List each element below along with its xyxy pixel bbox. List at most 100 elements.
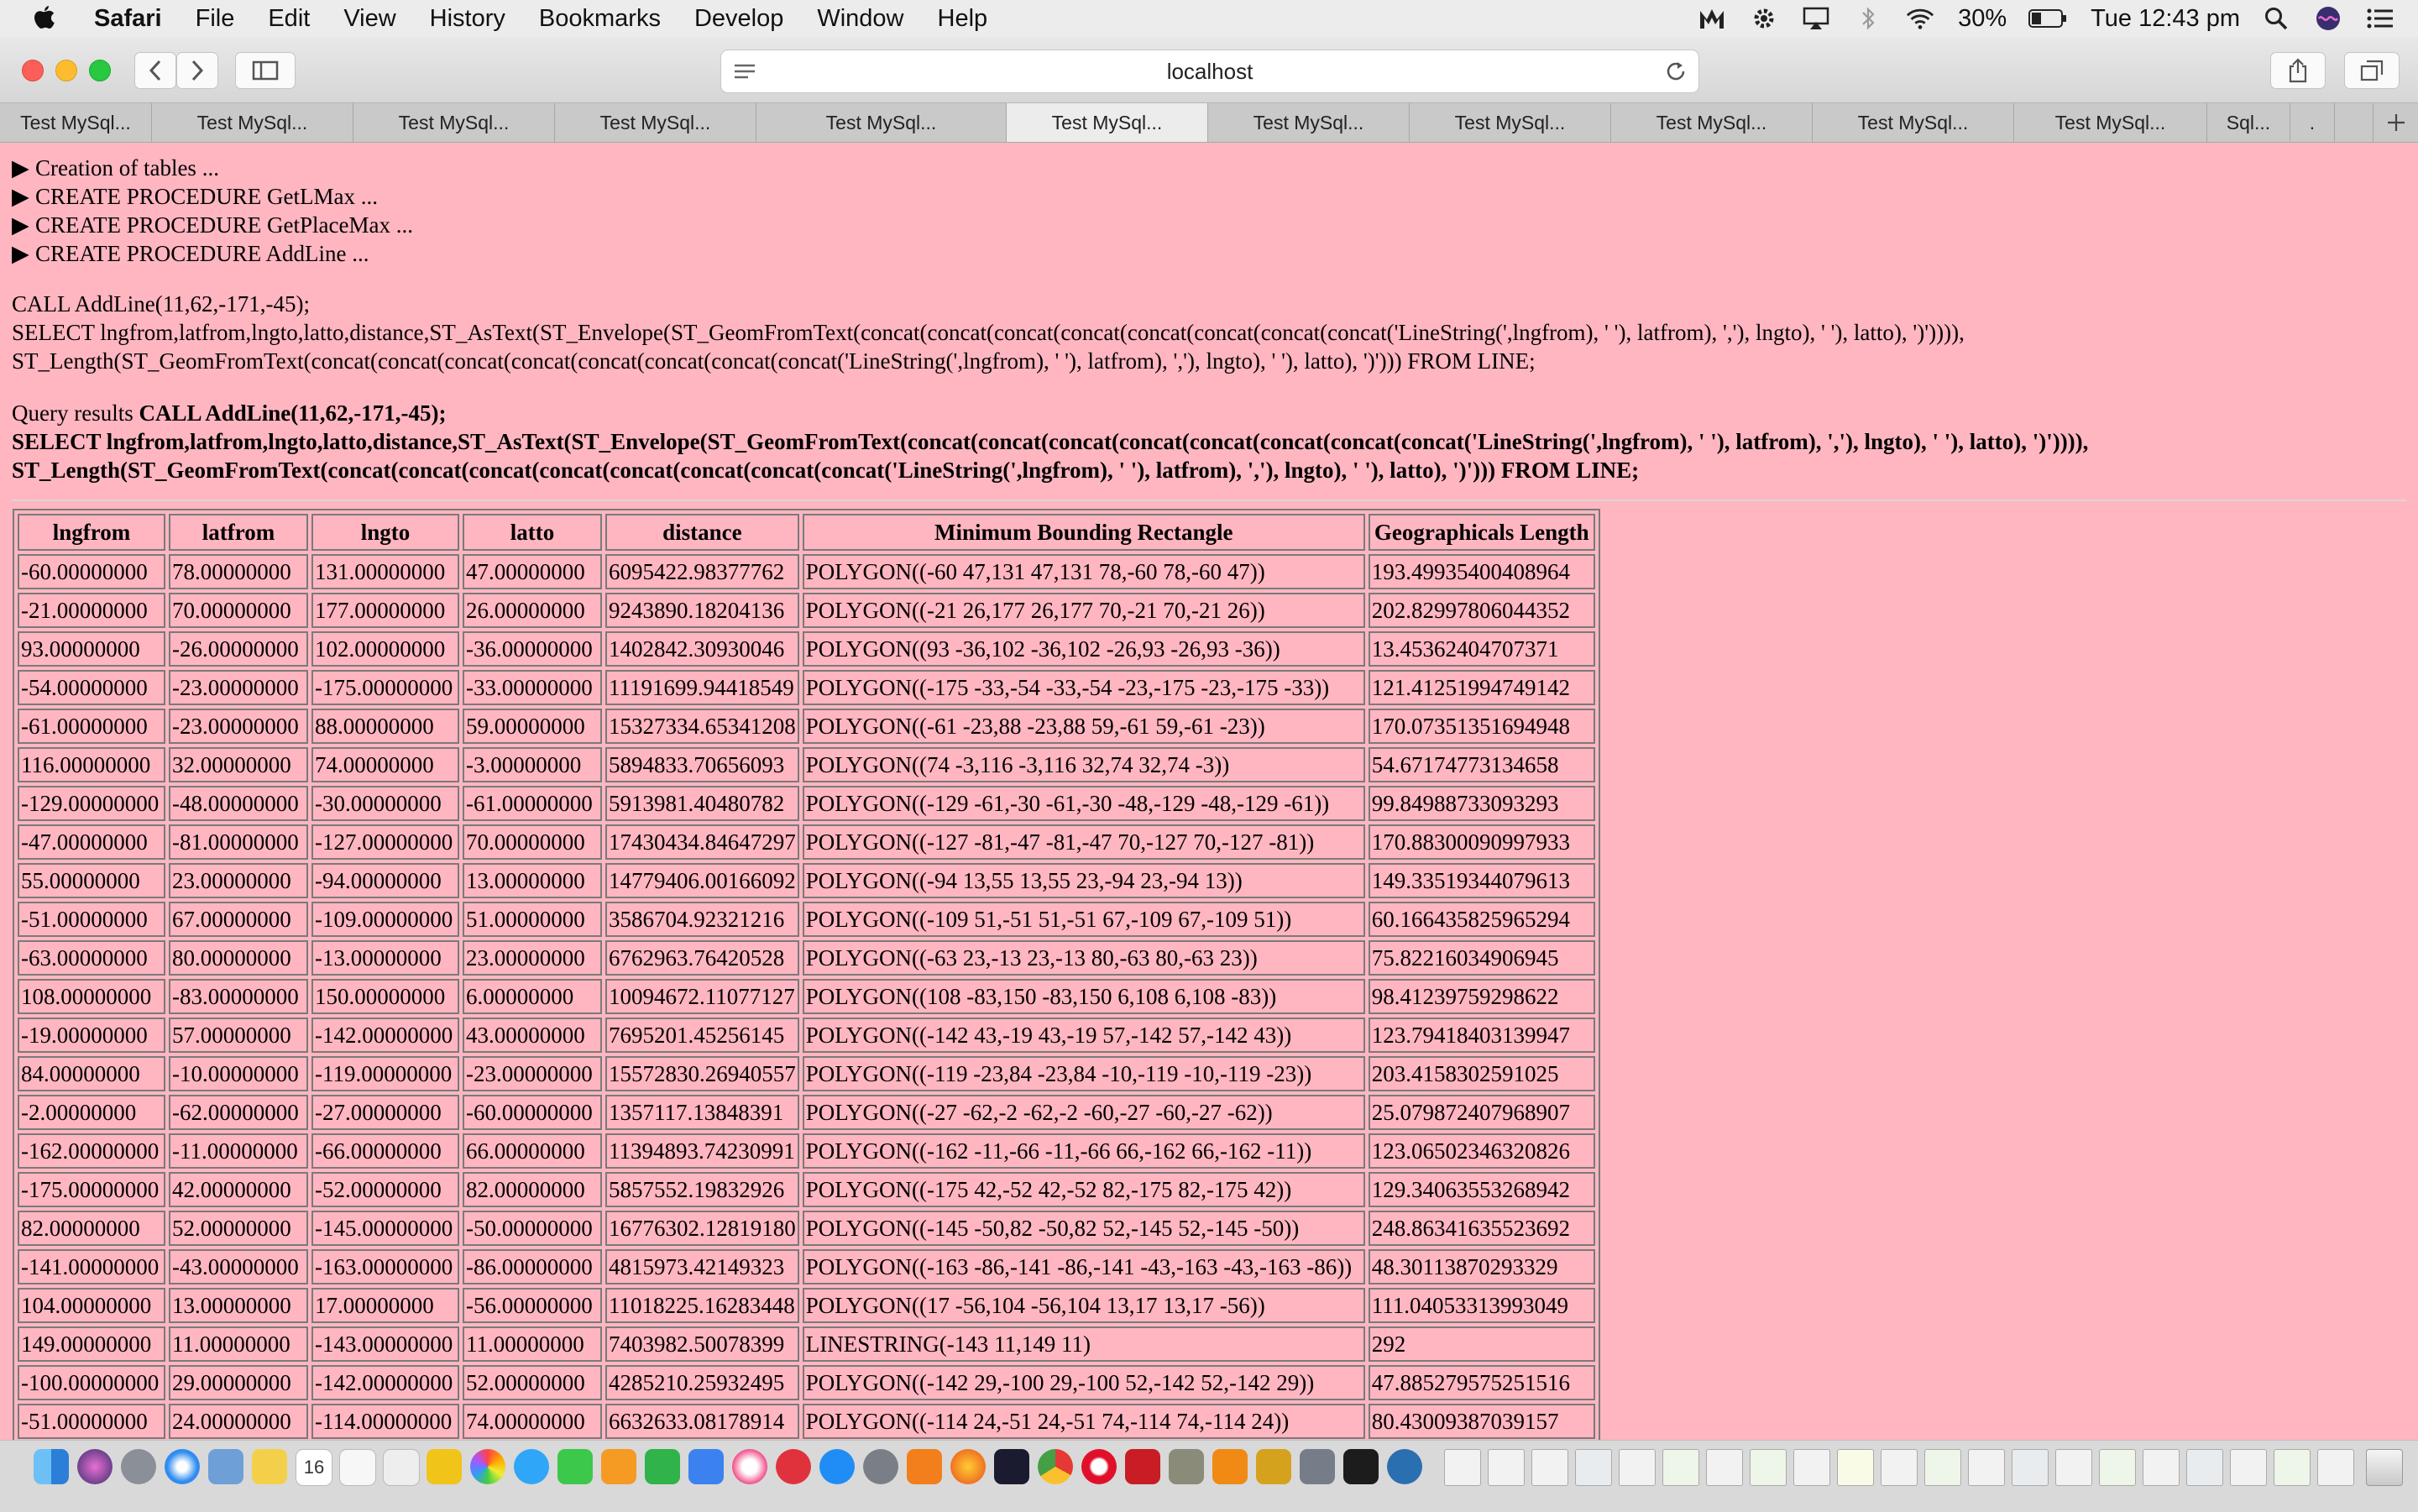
menubar-clock[interactable]: Tue 12:43 pm	[2091, 5, 2240, 33]
minimize-window-button[interactable]	[55, 60, 77, 81]
tab-1[interactable]: Test MySql...	[0, 103, 152, 142]
vlc-icon[interactable]	[1212, 1449, 1248, 1484]
tab-13[interactable]: .	[2290, 103, 2335, 142]
quicktime-icon[interactable]	[1387, 1449, 1422, 1484]
misc-app-icon[interactable]	[1300, 1449, 1335, 1484]
document-thumbnail-icon[interactable]	[1444, 1449, 1481, 1486]
gimp-icon[interactable]	[1169, 1449, 1204, 1484]
new-tab-button[interactable]	[2373, 103, 2418, 142]
menu-safari[interactable]: Safari	[94, 5, 162, 33]
tab-10[interactable]: Test MySql...	[1813, 103, 2014, 142]
terminal-app-icon[interactable]	[907, 1449, 942, 1484]
document-thumbnail-icon[interactable]	[1619, 1449, 1656, 1486]
keynote-icon[interactable]	[688, 1449, 724, 1484]
tab-5[interactable]: Test MySql...	[756, 103, 1007, 142]
tab-12[interactable]: Sql...	[2207, 103, 2290, 142]
document-thumbnail-icon[interactable]	[2186, 1449, 2223, 1486]
document-thumbnail-icon[interactable]	[1706, 1449, 1743, 1486]
menu-develop[interactable]: Develop	[694, 5, 783, 33]
itunes-icon[interactable]	[732, 1449, 767, 1484]
utility-app-icon[interactable]	[1256, 1449, 1291, 1484]
apple-icon[interactable]	[32, 4, 57, 33]
gear-tray-icon[interactable]	[1750, 4, 1778, 33]
chrome-icon[interactable]	[1038, 1449, 1073, 1484]
battery-icon[interactable]	[2028, 4, 2067, 33]
no-entry-icon[interactable]	[776, 1449, 811, 1484]
document-thumbnail-icon[interactable]	[1924, 1449, 1961, 1486]
tab-9[interactable]: Test MySql...	[1611, 103, 1813, 142]
document-thumbnail-icon[interactable]	[1881, 1449, 1918, 1486]
airplay-icon[interactable]	[1802, 4, 1830, 33]
tab-4[interactable]: Test MySql...	[555, 103, 756, 142]
facetime-icon[interactable]	[557, 1449, 593, 1484]
menu-view[interactable]: View	[343, 5, 395, 33]
document-thumbnail-icon[interactable]	[2012, 1449, 2049, 1486]
photos-icon[interactable]	[470, 1449, 505, 1484]
document-thumbnail-icon[interactable]	[2099, 1449, 2136, 1486]
menu-bookmarks[interactable]: Bookmarks	[539, 5, 661, 33]
document-thumbnail-icon[interactable]	[1662, 1449, 1699, 1486]
sidebar-button[interactable]	[235, 52, 296, 89]
firefox-icon[interactable]	[950, 1449, 986, 1484]
document-thumbnail-icon[interactable]	[2143, 1449, 2180, 1486]
siri-icon[interactable]	[2314, 4, 2342, 33]
launchpad-icon[interactable]	[121, 1449, 156, 1484]
safari-dock-icon[interactable]	[165, 1449, 200, 1484]
notification-center-icon[interactable]	[2366, 4, 2394, 33]
pages-icon[interactable]	[601, 1449, 636, 1484]
show-all-tabs-button[interactable]	[2344, 52, 2400, 89]
document-thumbnail-icon[interactable]	[2055, 1449, 2092, 1486]
spotlight-search-icon[interactable]	[2262, 4, 2290, 33]
document-thumbnail-icon[interactable]	[1488, 1449, 1525, 1486]
tab-11[interactable]: Test MySql...	[2014, 103, 2207, 142]
tab-2[interactable]: Test MySql...	[152, 103, 353, 142]
document-thumbnail-icon[interactable]	[1968, 1449, 2005, 1486]
bluetooth-icon[interactable]	[1854, 4, 1882, 33]
messages-icon[interactable]	[514, 1449, 549, 1484]
tab-8[interactable]: Test MySql...	[1410, 103, 1611, 142]
close-window-button[interactable]	[22, 60, 44, 81]
numbers-icon[interactable]	[645, 1449, 680, 1484]
details-create-getlmax[interactable]: ▶ CREATE PROCEDURE GetLMax ...	[12, 184, 378, 210]
textedit-icon[interactable]	[383, 1449, 420, 1486]
opera-icon[interactable]	[1081, 1449, 1117, 1484]
reminders-icon[interactable]	[339, 1449, 376, 1486]
system-preferences-icon[interactable]	[863, 1449, 898, 1484]
document-thumbnail-icon[interactable]	[2274, 1449, 2311, 1486]
back-button[interactable]	[134, 52, 176, 89]
forward-button[interactable]	[176, 52, 218, 89]
details-create-addline[interactable]: ▶ CREATE PROCEDURE AddLine ...	[12, 241, 369, 267]
siri-dock-icon[interactable]	[77, 1449, 113, 1484]
trash-icon[interactable]	[2366, 1449, 2403, 1486]
filezilla-icon[interactable]	[1125, 1449, 1160, 1484]
tab-3[interactable]: Test MySql...	[353, 103, 555, 142]
menu-help[interactable]: Help	[938, 5, 988, 33]
menu-history[interactable]: History	[430, 5, 505, 33]
notes-icon[interactable]	[252, 1449, 287, 1484]
document-thumbnail-icon[interactable]	[1793, 1449, 1830, 1486]
calendar-icon[interactable]: 16	[296, 1449, 332, 1486]
document-thumbnail-icon[interactable]	[2317, 1449, 2354, 1486]
menu-edit[interactable]: Edit	[268, 5, 310, 33]
document-thumbnail-icon[interactable]	[1837, 1449, 1874, 1486]
stickies-icon[interactable]	[427, 1449, 462, 1484]
preview-icon[interactable]	[208, 1449, 243, 1484]
document-thumbnail-icon[interactable]	[2230, 1449, 2267, 1486]
finder-icon[interactable]	[34, 1449, 69, 1484]
share-button[interactable]	[2270, 52, 2326, 89]
menu-file[interactable]: File	[196, 5, 235, 33]
tab-6-active[interactable]: Test MySql...	[1007, 103, 1208, 142]
address-bar[interactable]: localhost	[720, 50, 1699, 93]
details-create-getplacemax[interactable]: ▶ CREATE PROCEDURE GetPlaceMax ...	[12, 212, 413, 238]
document-thumbnail-icon[interactable]	[1750, 1449, 1787, 1486]
zoom-window-button[interactable]	[89, 60, 111, 81]
tab-7[interactable]: Test MySql...	[1208, 103, 1410, 142]
wifi-icon[interactable]	[1906, 4, 1934, 33]
menu-window[interactable]: Window	[817, 5, 903, 33]
document-thumbnail-icon[interactable]	[1531, 1449, 1568, 1486]
document-thumbnail-icon[interactable]	[1575, 1449, 1612, 1486]
details-creation-of-tables[interactable]: ▶ Creation of tables ...	[12, 155, 219, 181]
malwarebytes-icon[interactable]	[1698, 4, 1726, 33]
app-store-icon[interactable]	[819, 1449, 855, 1484]
reload-icon[interactable]	[1665, 60, 1687, 82]
